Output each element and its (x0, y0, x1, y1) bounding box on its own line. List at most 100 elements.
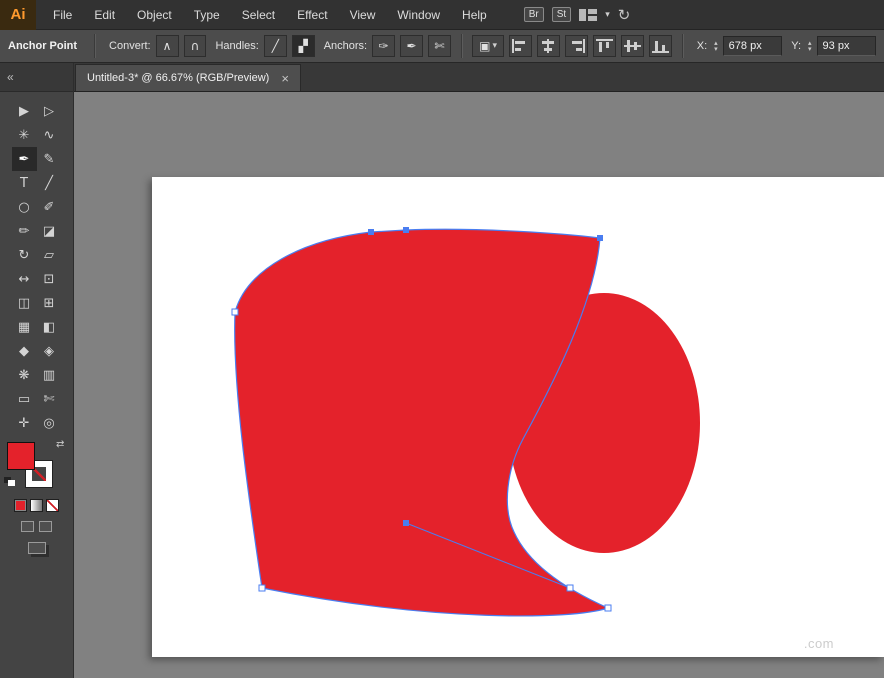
eyedropper-tool[interactable]: ◆ (12, 339, 37, 363)
convert-to-corner-button[interactable]: ∧ (155, 35, 179, 57)
vertical-align-top-button[interactable] (593, 35, 616, 57)
hide-handles-button[interactable]: ▞ (291, 35, 315, 57)
panel-header: « (0, 63, 73, 92)
y-value-field[interactable]: 93 px (816, 36, 877, 56)
symbol-sprayer-tool[interactable]: ❋ (12, 363, 37, 387)
align-middle-icon (623, 39, 641, 53)
anchor-point-selected[interactable] (403, 227, 409, 233)
width-tool[interactable]: ↔ (12, 267, 37, 291)
draw-normal-button[interactable] (21, 521, 34, 532)
menu-object[interactable]: Object (126, 0, 183, 30)
horizontal-align-center-button[interactable] (537, 35, 561, 57)
artboard[interactable]: .com (152, 177, 884, 657)
canvas[interactable]: .com (74, 92, 884, 678)
anchor-point-selected[interactable] (368, 229, 374, 235)
menu-file[interactable]: File (42, 0, 83, 30)
connect-anchors-button[interactable]: ✒ (400, 35, 423, 57)
transform-menu-button[interactable]: ▣ ▾ (471, 35, 505, 57)
gradient-tool[interactable]: ◧ (37, 315, 62, 339)
anchor-point[interactable] (231, 308, 239, 316)
sync-icon[interactable]: ↻ (618, 6, 631, 24)
slice-tool[interactable]: ✄ (37, 387, 62, 411)
workspace-icon[interactable] (579, 8, 598, 21)
mesh-tool[interactable]: ▦ (12, 315, 37, 339)
chevron-down-icon: ▾ (492, 41, 497, 51)
blend-tool[interactable]: ◈ (37, 339, 62, 363)
close-tab-icon[interactable]: × (281, 72, 289, 85)
lasso-tool[interactable]: ∿ (37, 123, 62, 147)
control-bar: Anchor Point Convert: ∧ ∩ Handles: ╱ ▞ A… (0, 30, 884, 63)
x-value-field[interactable]: 678 px (722, 36, 783, 56)
stepper-down-icon[interactable]: ▾ (714, 46, 718, 53)
column-graph-tool[interactable]: ▥ (37, 363, 62, 387)
bridge-button[interactable]: Br (523, 7, 544, 22)
anchor-point[interactable] (258, 584, 266, 592)
vertical-align-bottom-button[interactable] (648, 35, 672, 57)
default-fill-stroke-icon[interactable] (4, 477, 16, 487)
shape-builder-tool[interactable]: ◫ (12, 291, 37, 315)
color-button[interactable] (14, 499, 27, 512)
artwork-svg[interactable] (152, 177, 884, 657)
zoom-tool[interactable]: ◎ (37, 411, 62, 435)
illustrator-window: Ai File Edit Object Type Select Effect V… (0, 0, 884, 678)
perspective-grid-tool[interactable]: ⊞ (37, 291, 62, 315)
add-anchor-point-tool[interactable]: ✎ (37, 147, 62, 171)
document-tab-title: Untitled-3* @ 66.67% (RGB/Preview) (87, 72, 270, 84)
horizontal-align-right-button[interactable] (565, 35, 589, 57)
artboard-tool[interactable]: ▭ (12, 387, 37, 411)
menu-edit[interactable]: Edit (83, 0, 126, 30)
chevron-down-icon[interactable]: ▾ (605, 10, 610, 20)
ellipse-tool[interactable]: ○ (12, 195, 37, 219)
eraser-tool[interactable]: ◪ (37, 219, 62, 243)
paintbrush-tool[interactable]: ✐ (37, 195, 62, 219)
collapse-panel-icon[interactable]: « (7, 70, 14, 84)
separator (460, 34, 462, 58)
horizontal-align-left-button[interactable] (509, 35, 533, 57)
anchor-point[interactable] (566, 584, 574, 592)
line-segment-tool[interactable]: ╱ (37, 171, 62, 195)
free-transform-tool[interactable]: ⊡ (37, 267, 62, 291)
swap-fill-stroke-icon[interactable]: ⇄ (56, 439, 64, 450)
vertical-align-middle-button[interactable] (620, 35, 644, 57)
show-handles-button[interactable]: ╱ (263, 35, 287, 57)
hand-tool[interactable]: ✛ (12, 411, 37, 435)
stepper-down-icon[interactable]: ▾ (808, 46, 812, 53)
type-tool[interactable]: T (12, 171, 37, 195)
tab-strip: Untitled-3* @ 66.67% (RGB/Preview) × (74, 63, 884, 92)
x-stepper[interactable]: ▴ ▾ (714, 40, 718, 53)
magic-wand-tool[interactable]: ✳ (12, 123, 37, 147)
y-stepper[interactable]: ▴ ▾ (808, 40, 812, 53)
context-label: Anchor Point (8, 40, 78, 52)
menu-effect[interactable]: Effect (286, 0, 338, 30)
fill-stroke-indicator: ⇄ (0, 439, 73, 493)
gradient-button[interactable] (30, 499, 43, 512)
selection-tool[interactable]: ▶ (12, 99, 37, 123)
pen-tool[interactable]: ✒ (11, 147, 37, 171)
scale-tool[interactable]: ▱ (37, 243, 62, 267)
cut-path-button[interactable]: ✄ (427, 35, 451, 57)
menu-type[interactable]: Type (183, 0, 231, 30)
stock-button[interactable]: St (551, 7, 572, 22)
anchors-label: Anchors: (323, 40, 368, 52)
menu-view[interactable]: View (339, 0, 387, 30)
remove-anchors-button[interactable]: ✑ (372, 35, 396, 57)
change-screen-mode-button[interactable] (27, 542, 46, 554)
anchor-point-selected[interactable] (403, 520, 409, 526)
menu-window[interactable]: Window (386, 0, 451, 30)
rotate-tool[interactable]: ↻ (12, 243, 37, 267)
app-logo: Ai (0, 0, 36, 30)
direct-selection-tool[interactable]: ▷ (37, 99, 62, 123)
none-button[interactable] (46, 499, 59, 512)
draw-behind-button[interactable] (39, 521, 52, 532)
document-tab[interactable]: Untitled-3* @ 66.67% (RGB/Preview) × (75, 64, 301, 91)
convert-to-smooth-button[interactable]: ∩ (183, 35, 207, 57)
anchor-point[interactable] (604, 604, 612, 612)
y-label: Y: (791, 40, 802, 52)
menu-select[interactable]: Select (231, 0, 286, 30)
align-bottom-icon (651, 39, 669, 53)
anchor-point-selected[interactable] (597, 235, 603, 241)
watermark-text: .com (803, 636, 834, 651)
fill-color-well[interactable] (7, 442, 35, 470)
pencil-tool[interactable]: ✏ (12, 219, 37, 243)
menu-help[interactable]: Help (451, 0, 498, 30)
